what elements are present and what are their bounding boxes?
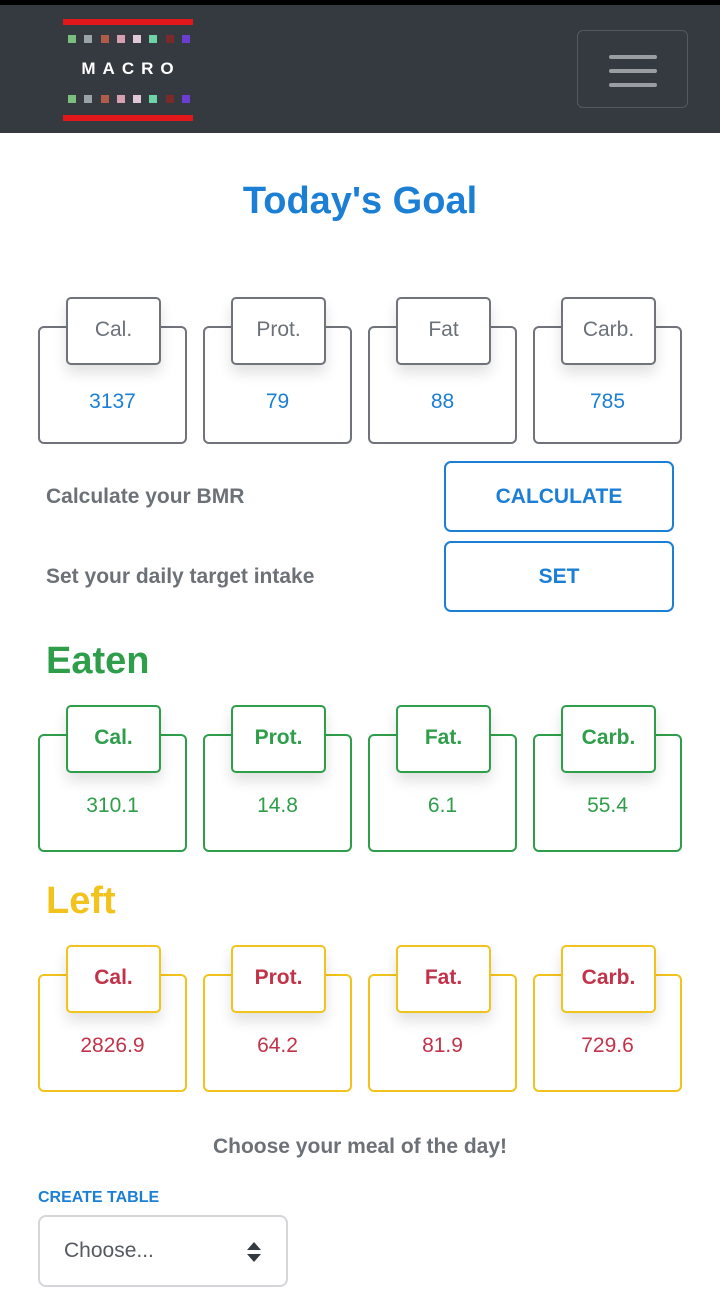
eaten-card-carb: Carb. 55.4 (533, 705, 682, 852)
calculate-button[interactable]: CALCULATE (444, 461, 674, 532)
menu-toggle-button[interactable] (577, 30, 688, 108)
navbar: MACRO (0, 0, 720, 133)
goal-card-cal: Cal. 3137 (38, 297, 187, 444)
left-card-value: 2826.9 (80, 1034, 145, 1057)
left-card-fat: Fat. 81.9 (368, 945, 517, 1092)
logo-dots-top (68, 35, 190, 43)
logo-top-bar (63, 19, 193, 25)
meal-select-value: Choose... (64, 1239, 154, 1262)
left-card-label: Fat. (396, 945, 491, 1013)
eaten-card-fat: Fat. 6.1 (368, 705, 517, 852)
goal-card-value: 785 (589, 390, 626, 413)
left-card-value: 81.9 (422, 1034, 463, 1057)
meal-prompt: Choose your meal of the day! (212, 1135, 508, 1158)
left-card-label: Cal. (66, 945, 161, 1013)
left-card-carb: Carb. 729.6 (533, 945, 682, 1092)
bmr-label: Calculate your BMR (46, 485, 245, 508)
select-arrows-icon (247, 1242, 261, 1262)
goal-card-value: 3137 (89, 390, 136, 413)
eaten-card-label: Cal. (66, 705, 161, 773)
meal-select[interactable]: Choose... (38, 1215, 288, 1287)
eaten-card-value: 310.1 (86, 794, 139, 817)
goal-card-value: 88 (430, 390, 455, 413)
eaten-card-value: 14.8 (257, 794, 298, 817)
goal-card-fat: Fat 88 (368, 297, 517, 444)
goal-card-carb: Carb. 785 (533, 297, 682, 444)
logo-dots-bottom (68, 95, 190, 103)
left-heading: Left (46, 880, 116, 922)
left-card-cal: Cal. 2826.9 (38, 945, 187, 1092)
goal-card-label: Cal. (66, 297, 161, 365)
goal-card-label: Prot. (231, 297, 326, 365)
goal-card-label: Fat (396, 297, 491, 365)
goal-card-value: 79 (265, 390, 290, 413)
left-card-label: Carb. (561, 945, 656, 1013)
left-card-prot: Prot. 64.2 (203, 945, 352, 1092)
left-card-label: Prot. (231, 945, 326, 1013)
goal-card-prot: Prot. 79 (203, 297, 352, 444)
eaten-card-label: Prot. (231, 705, 326, 773)
eaten-card-label: Fat. (396, 705, 491, 773)
macro-logo[interactable]: MACRO (63, 19, 193, 125)
page-title: Today's Goal (242, 180, 478, 222)
eaten-card-label: Carb. (561, 705, 656, 773)
eaten-card-cal: Cal. 310.1 (38, 705, 187, 852)
left-card-value: 729.6 (581, 1034, 634, 1057)
set-button[interactable]: SET (444, 541, 674, 612)
logo-bottom-bar (63, 115, 193, 121)
left-card-value: 64.2 (257, 1034, 298, 1057)
target-intake-label: Set your daily target intake (46, 565, 315, 588)
eaten-card-value: 55.4 (587, 794, 628, 817)
goal-card-label: Carb. (561, 297, 656, 365)
logo-wordmark: MACRO (81, 59, 181, 78)
eaten-card-value: 6.1 (427, 794, 458, 817)
eaten-card-prot: Prot. 14.8 (203, 705, 352, 852)
eaten-heading: Eaten (46, 640, 150, 682)
create-table-link[interactable]: CREATE TABLE (38, 1189, 159, 1207)
